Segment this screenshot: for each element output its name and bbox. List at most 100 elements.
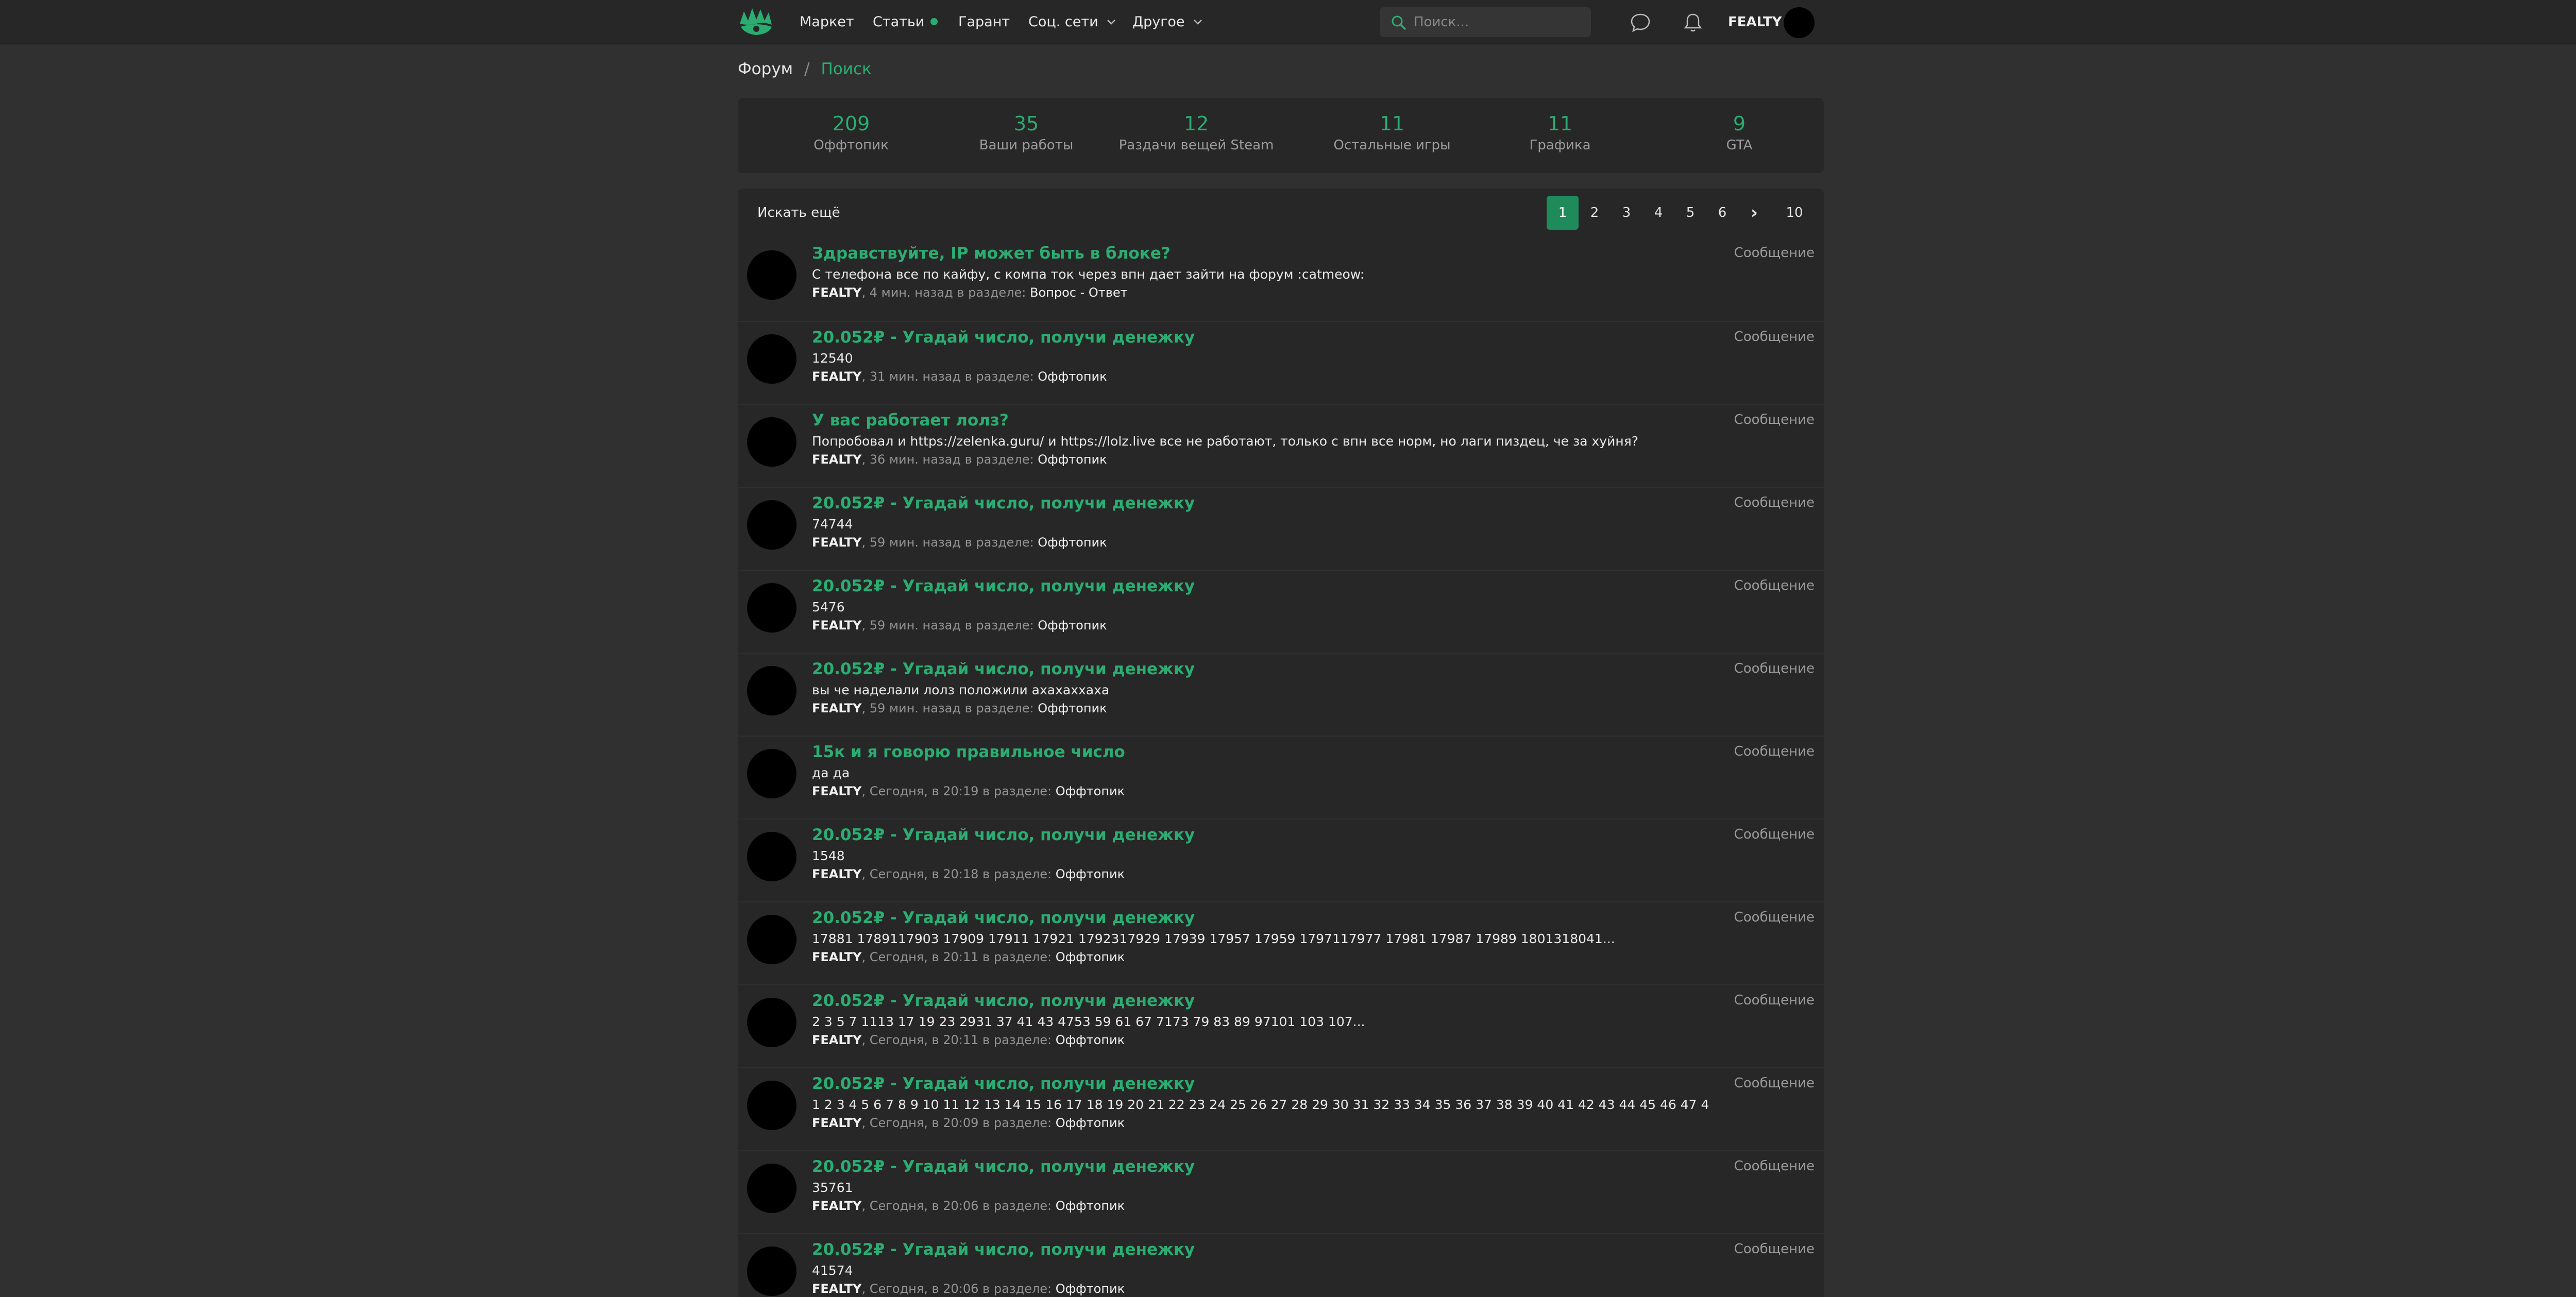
avatar[interactable] (747, 915, 796, 964)
avatar[interactable] (747, 1247, 796, 1296)
result-title[interactable]: 20.052₽ - Угадай число, получи денежку (812, 660, 1195, 678)
result-forum[interactable]: Оффтопик (1038, 618, 1107, 633)
result-meta: FEALTY, Сегодня, в 20:11 в разделе: Оффт… (812, 1033, 1125, 1047)
result-snippet[interactable]: Попробовал и https://zelenka.guru/ и htt… (812, 434, 1708, 449)
username[interactable]: FEALTY (1728, 0, 1782, 44)
result-forum[interactable]: Оффтопик (1056, 1282, 1125, 1296)
result-author[interactable]: FEALTY (812, 535, 861, 550)
result-author[interactable]: FEALTY (812, 784, 861, 798)
result-title[interactable]: 20.052₽ - Угадай число, получи денежку (812, 1074, 1195, 1093)
nav-guarantor[interactable]: Гарант (958, 0, 1010, 44)
result-snippet[interactable]: 1 2 3 4 5 6 7 8 9 10 11 12 13 14 15 16 1… (812, 1097, 1708, 1112)
result-forum[interactable]: Оффтопик (1038, 369, 1107, 384)
page-3-button[interactable]: 3 (1611, 196, 1642, 230)
result-author[interactable]: FEALTY (812, 1033, 861, 1047)
stat-label: Ваши работы (979, 138, 1074, 153)
page-6-button[interactable]: 6 (1706, 196, 1738, 230)
result-title[interactable]: У вас работает лолз? (812, 411, 1009, 430)
result-forum[interactable]: Оффтопик (1056, 784, 1125, 798)
result-snippet[interactable]: 2 3 5 7 1113 17 19 23 2931 37 41 43 4753… (812, 1014, 1708, 1029)
result-title[interactable]: 15к и я говорю правильное число (812, 743, 1125, 761)
result-title[interactable]: 20.052₽ - Угадай число, получи денежку (812, 1157, 1195, 1176)
stat-gta[interactable]: 9 GTA (1693, 112, 1786, 156)
stat-your-works[interactable]: 35 Ваши работы (964, 112, 1088, 156)
avatar[interactable] (747, 250, 796, 300)
result-title[interactable]: 20.052₽ - Угадай число, получи денежку (812, 494, 1195, 513)
avatar[interactable] (747, 1164, 796, 1213)
avatar[interactable] (747, 334, 796, 384)
page-2-button[interactable]: 2 (1579, 196, 1611, 230)
nav-market[interactable]: Маркет (800, 0, 854, 44)
page-10-button[interactable]: 10 (1778, 196, 1810, 230)
stat-other-games[interactable]: 11 Остальные игры (1310, 112, 1475, 156)
result-forum[interactable]: Вопрос - Ответ (1030, 285, 1128, 300)
result-title[interactable]: 20.052₽ - Угадай число, получи денежку (812, 328, 1195, 347)
result-author[interactable]: FEALTY (812, 618, 861, 633)
result-snippet[interactable]: 17881 1789117903 17909 17911 17921 17923… (812, 931, 1708, 946)
search-input[interactable] (1414, 7, 1584, 37)
result-author[interactable]: FEALTY (812, 701, 861, 715)
result-title[interactable]: 20.052₽ - Угадай число, получи денежку (812, 992, 1195, 1010)
result-author[interactable]: FEALTY (812, 452, 861, 467)
result-snippet[interactable]: да да (812, 765, 1708, 780)
stat-label: Оффтопик (814, 138, 889, 153)
result-snippet[interactable]: 1548 (812, 848, 1708, 863)
nav-other[interactable]: Другое (1132, 0, 1202, 44)
result-snippet[interactable]: 5476 (812, 600, 1708, 615)
result-author[interactable]: FEALTY (812, 285, 861, 300)
result-title[interactable]: Здравствуйте, IP может быть в блоке? (812, 244, 1171, 263)
breadcrumb-forum[interactable]: Форум (738, 60, 793, 78)
result-forum[interactable]: Оффтопик (1038, 452, 1107, 467)
avatar[interactable] (747, 998, 796, 1047)
result-snippet[interactable]: С телефона все по кайфу, с компа ток чер… (812, 267, 1708, 282)
result-author[interactable]: FEALTY (812, 950, 861, 964)
result-title[interactable]: 20.052₽ - Угадай число, получи денежку (812, 909, 1195, 927)
avatar[interactable] (747, 583, 796, 633)
avatar[interactable] (747, 832, 796, 881)
search-box[interactable] (1380, 7, 1591, 37)
result-author[interactable]: FEALTY (812, 1282, 861, 1296)
nav-social[interactable]: Соц. сети (1028, 0, 1116, 44)
stat-graphics[interactable]: 11 Графика (1498, 112, 1622, 156)
stat-label: GTA (1726, 138, 1753, 153)
page-4-button[interactable]: 4 (1642, 196, 1674, 230)
result-title[interactable]: 20.052₽ - Угадай число, получи денежку (812, 577, 1195, 595)
result-author[interactable]: FEALTY (812, 1116, 861, 1130)
stat-steam-giveaways[interactable]: 12 Раздачи вещей Steam (1114, 112, 1279, 156)
stat-count: 35 (1013, 112, 1039, 135)
result-title[interactable]: 20.052₽ - Угадай число, получи денежку (812, 1240, 1195, 1259)
result-forum[interactable]: Оффтопик (1056, 950, 1125, 964)
result-forum[interactable]: Оффтопик (1038, 701, 1107, 715)
result-title[interactable]: 20.052₽ - Угадай число, получи денежку (812, 826, 1195, 844)
result-snippet[interactable]: 41574 (812, 1263, 1708, 1278)
result-forum[interactable]: Оффтопик (1056, 1116, 1125, 1130)
result-forum[interactable]: Оффтопик (1056, 1033, 1125, 1047)
messages-icon[interactable] (1629, 11, 1652, 34)
result-snippet[interactable]: 74744 (812, 517, 1708, 532)
next-page-icon[interactable]: › (1738, 196, 1770, 230)
result-snippet[interactable]: вы че наделали лолз положили ахахаххаха (812, 682, 1708, 697)
result-author[interactable]: FEALTY (812, 369, 861, 384)
bell-icon[interactable] (1682, 11, 1704, 34)
avatar[interactable] (747, 500, 796, 550)
page-5-button[interactable]: 5 (1674, 196, 1706, 230)
breadcrumb-search[interactable]: Поиск (821, 60, 872, 78)
result-forum[interactable]: Оффтопик (1056, 1199, 1125, 1213)
avatar[interactable] (747, 749, 796, 798)
result-author[interactable]: FEALTY (812, 867, 861, 881)
result-snippet[interactable]: 35761 (812, 1180, 1708, 1195)
avatar[interactable] (747, 1081, 796, 1130)
result-forum[interactable]: Оффтопик (1038, 535, 1107, 550)
nav-articles[interactable]: Статьи (873, 0, 938, 44)
avatar[interactable] (747, 417, 796, 467)
result-forum[interactable]: Оффтопик (1056, 867, 1125, 881)
result-time: , Сегодня, в 20:19 в разделе: (861, 784, 1056, 798)
search-more-link[interactable]: Искать ещё (757, 205, 840, 220)
stat-offtopic[interactable]: 209 Оффтопик (800, 112, 903, 156)
logo-icon[interactable] (738, 6, 775, 37)
result-author[interactable]: FEALTY (812, 1199, 861, 1213)
result-snippet[interactable]: 12540 (812, 351, 1708, 366)
avatar[interactable] (747, 666, 796, 715)
user-avatar[interactable] (1784, 7, 1815, 38)
page-1-button[interactable]: 1 (1547, 196, 1579, 230)
